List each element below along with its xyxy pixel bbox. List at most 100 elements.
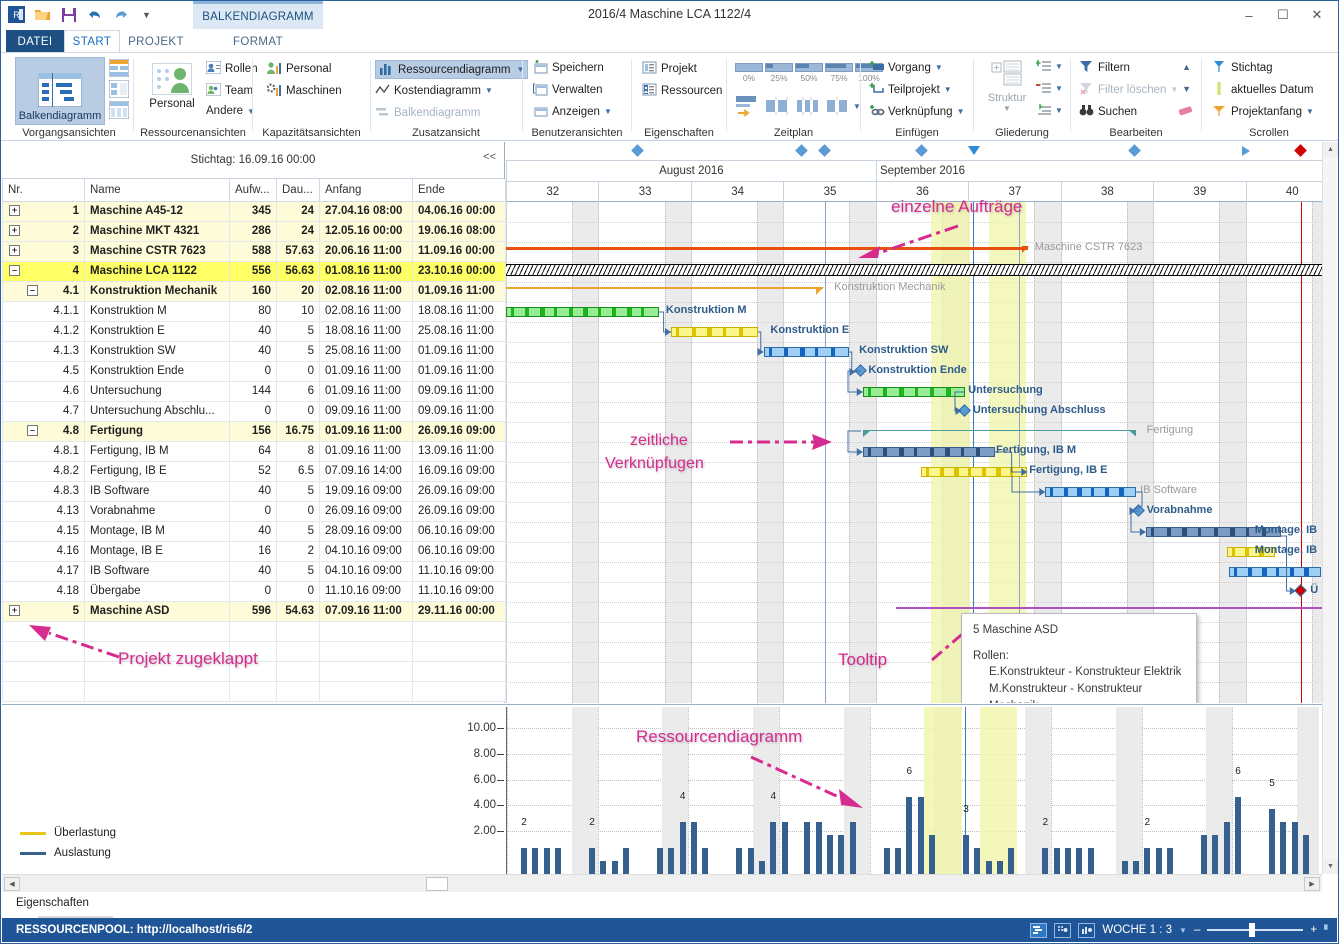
projekt-button[interactable]: Projekt <box>642 61 697 76</box>
table-row[interactable]: 4.8.1 Fertigung, IB M 64 8 01.09.16 11:00 13.… <box>2 440 506 462</box>
tab-start[interactable]: START <box>64 30 120 53</box>
ressourcendiagramm-button[interactable]: Ressourcendiagramm ▼ <box>375 60 529 79</box>
stichtag-button[interactable]: Stichtag <box>1212 60 1273 75</box>
aktuelles-datum-button[interactable]: aktuelles Datum <box>1212 82 1313 97</box>
zoom-slider[interactable] <box>1207 923 1304 937</box>
chevron-down-icon[interactable]: ▼ <box>1055 84 1063 93</box>
team-button[interactable]: Team <box>205 82 253 98</box>
properties-bar[interactable]: Eigenschaften <box>2 892 1337 920</box>
collapse-row-icon[interactable]: – <box>9 264 20 276</box>
table-row[interactable]: 4.7 Untersuchung Abschlu... 0 0 09.09.16 11:… <box>2 400 506 422</box>
schedule-right-icon[interactable]: ▼ <box>825 95 861 117</box>
zoom-in-button[interactable]: + <box>1310 924 1317 936</box>
collapse-row-icon[interactable]: – <box>27 424 38 436</box>
view-variant-1-icon[interactable] <box>108 58 130 80</box>
chart-view-icon[interactable] <box>1078 922 1096 938</box>
gantt-bar[interactable] <box>1044 487 1136 497</box>
verknuepfung-button[interactable]: Verknüpfung ▼ <box>869 104 965 119</box>
chevron-down-icon[interactable]: ▼ <box>1055 106 1063 115</box>
gantt-bar[interactable] <box>670 327 759 337</box>
indent-level-button[interactable]: ▼ <box>1036 103 1063 117</box>
scroll-right-arrow-icon[interactable]: ▶ <box>1304 877 1320 891</box>
scroll-up-arrow-icon[interactable]: ▲ <box>1323 142 1338 157</box>
struktur-button[interactable]: Struktur ▼ <box>982 59 1032 113</box>
contextual-tab-balkendiagramm[interactable]: BALKENDIAGRAMM <box>193 1 323 29</box>
gantt-bar-maschine-asd[interactable] <box>896 607 1337 609</box>
close-button[interactable]: ✕ <box>1300 3 1334 27</box>
gantt-bar[interactable] <box>506 307 659 317</box>
chevron-down-icon[interactable]: ▼ <box>604 107 612 116</box>
scroll-down-icon[interactable]: ▼ <box>1182 84 1191 94</box>
table-row[interactable]: +5 Maschine ASD 596 54.63 07.09.16 11:00 29.1… <box>2 600 506 622</box>
chevron-down-icon[interactable]: ▼ <box>944 85 952 94</box>
maschinen-button[interactable]: Maschinen <box>266 83 342 98</box>
table-row[interactable]: 4.1.1 Konstruktion M 80 10 02.08.16 11:00 18.… <box>2 300 506 322</box>
progress-75-button[interactable]: 75% <box>825 63 853 83</box>
table-row[interactable]: 4.1.3 Konstruktion SW 40 5 25.08.16 11:00 01.… <box>2 340 506 362</box>
gantt-bar[interactable] <box>862 447 996 457</box>
project-end-marker-icon[interactable] <box>1294 144 1307 157</box>
resource-chart-panel[interactable]: Überlastung Auslastung 2.00 4.00 6.00 8.00 1… <box>2 704 1337 874</box>
tab-format[interactable]: FORMAT <box>193 30 323 53</box>
column-header-name[interactable]: Name <box>84 179 230 202</box>
milestone-marker-icon[interactable] <box>1127 144 1141 157</box>
table-row[interactable]: 4.1.2 Konstruktion E 40 5 18.08.16 11:00 25.0… <box>2 320 506 342</box>
table-row[interactable]: –4 Maschine LCA 1122 556 56.63 01.08.16 11:0… <box>2 260 506 282</box>
kostendiagramm-button[interactable]: Kostendiagramm ▼ <box>375 83 493 98</box>
table-row[interactable]: +3 Maschine CSTR 7623 588 57.63 20.06.16 11:… <box>2 240 506 262</box>
filtern-button[interactable]: Filtern <box>1079 60 1130 75</box>
ressourcen-button[interactable]: Ressourcen <box>642 83 722 98</box>
suchen-button[interactable]: Suchen <box>1079 104 1137 119</box>
zoom-dropdown-icon[interactable]: ▼ <box>1179 926 1187 935</box>
teilprojekt-button[interactable]: Teilprojekt ▼ <box>869 82 952 97</box>
chevron-down-icon[interactable]: ▼ <box>485 86 493 95</box>
scroll-up-icon[interactable]: ▲ <box>1182 62 1191 72</box>
gantt-bar[interactable] <box>1228 567 1322 577</box>
tab-projekt[interactable]: PROJEKT <box>123 30 189 53</box>
expand-row-icon[interactable]: + <box>9 224 20 236</box>
minimize-button[interactable]: – <box>1232 3 1266 27</box>
table-row[interactable]: 4.15 Montage, IB M 40 5 28.09.16 09:00 06.10.… <box>2 520 506 542</box>
verwalten-button[interactable]: Verwalten <box>533 82 603 97</box>
gantt-chart-panel[interactable]: August 2016 September 2016 32 33 34 35 36 37 38… <box>506 142 1337 703</box>
eraser-icon[interactable] <box>1177 103 1194 120</box>
collapse-panel-button[interactable]: << <box>483 151 496 163</box>
horizontal-scrollbar[interactable]: ◀ ▶ <box>2 874 1322 892</box>
table-row[interactable]: 4.6 Untersuchung 144 6 01.09.16 11:00 09.09.1… <box>2 380 506 402</box>
progress-25-button[interactable]: 25% <box>765 63 793 83</box>
rollen-button[interactable]: Rollen <box>205 60 258 76</box>
table-row[interactable]: 4.8.2 Fertigung, IB E 52 6.5 07.09.16 14:00 1… <box>2 460 506 482</box>
gantt-body[interactable]: Maschine CSTR 7623 Konstruktion Mechanik K… <box>506 202 1337 703</box>
gantt-summary-bar[interactable] <box>862 427 1137 437</box>
chevron-down-icon[interactable]: ▼ <box>957 107 965 116</box>
expand-row-icon[interactable]: + <box>9 204 20 216</box>
collapse-row-icon[interactable]: – <box>27 284 38 296</box>
schedule-left-icon[interactable] <box>765 95 791 120</box>
table-row[interactable]: 4.18 Übergabe 0 0 11.10.16 09:00 11.10.16 09:… <box>2 580 506 602</box>
vertical-scrollbar[interactable]: ▲ ▼ <box>1322 142 1338 874</box>
chevron-down-icon[interactable]: ▼ <box>1055 62 1063 71</box>
table-row-empty[interactable] <box>2 680 506 702</box>
milestone-marker-icon[interactable] <box>631 144 645 157</box>
scroll-down-arrow-icon[interactable]: ▼ <box>1323 859 1338 874</box>
gantt-bar[interactable] <box>862 387 965 397</box>
table-row[interactable]: – 4.8 Fertigung 156 16.75 01.09.16 11:00 26.09… <box>2 420 506 442</box>
personal-capacity-button[interactable]: Personal <box>267 61 331 76</box>
progress-0-button[interactable]: 0% <box>735 63 763 83</box>
indent-minus-button[interactable]: ▼ <box>1036 81 1063 95</box>
gantt-view-icon[interactable] <box>1030 922 1048 938</box>
milestone-marker-icon[interactable] <box>1241 146 1250 156</box>
schedule-start-icon[interactable] <box>735 95 761 120</box>
expand-row-icon[interactable]: + <box>9 604 20 616</box>
resize-grip-icon[interactable]: ▘ <box>1324 925 1331 936</box>
balkendiagramm-view-button[interactable]: Balkendiagramm <box>15 57 105 125</box>
milestone-marker-icon[interactable] <box>915 144 928 157</box>
milestone-marker-icon[interactable] <box>794 144 808 157</box>
chevron-down-icon[interactable]: ▼ <box>982 104 1032 113</box>
schedule-center-icon[interactable] <box>795 95 821 120</box>
column-header-anfang[interactable]: Anfang <box>319 179 413 202</box>
indent-plus-button[interactable]: ▼ <box>1036 59 1063 73</box>
chevron-down-icon[interactable]: ▼ <box>1306 107 1314 116</box>
table-row[interactable]: – 4.1 Konstruktion Mechanik 160 20 02.08.16 1… <box>2 280 506 302</box>
column-header-aufwand[interactable]: Aufw... <box>229 179 277 202</box>
